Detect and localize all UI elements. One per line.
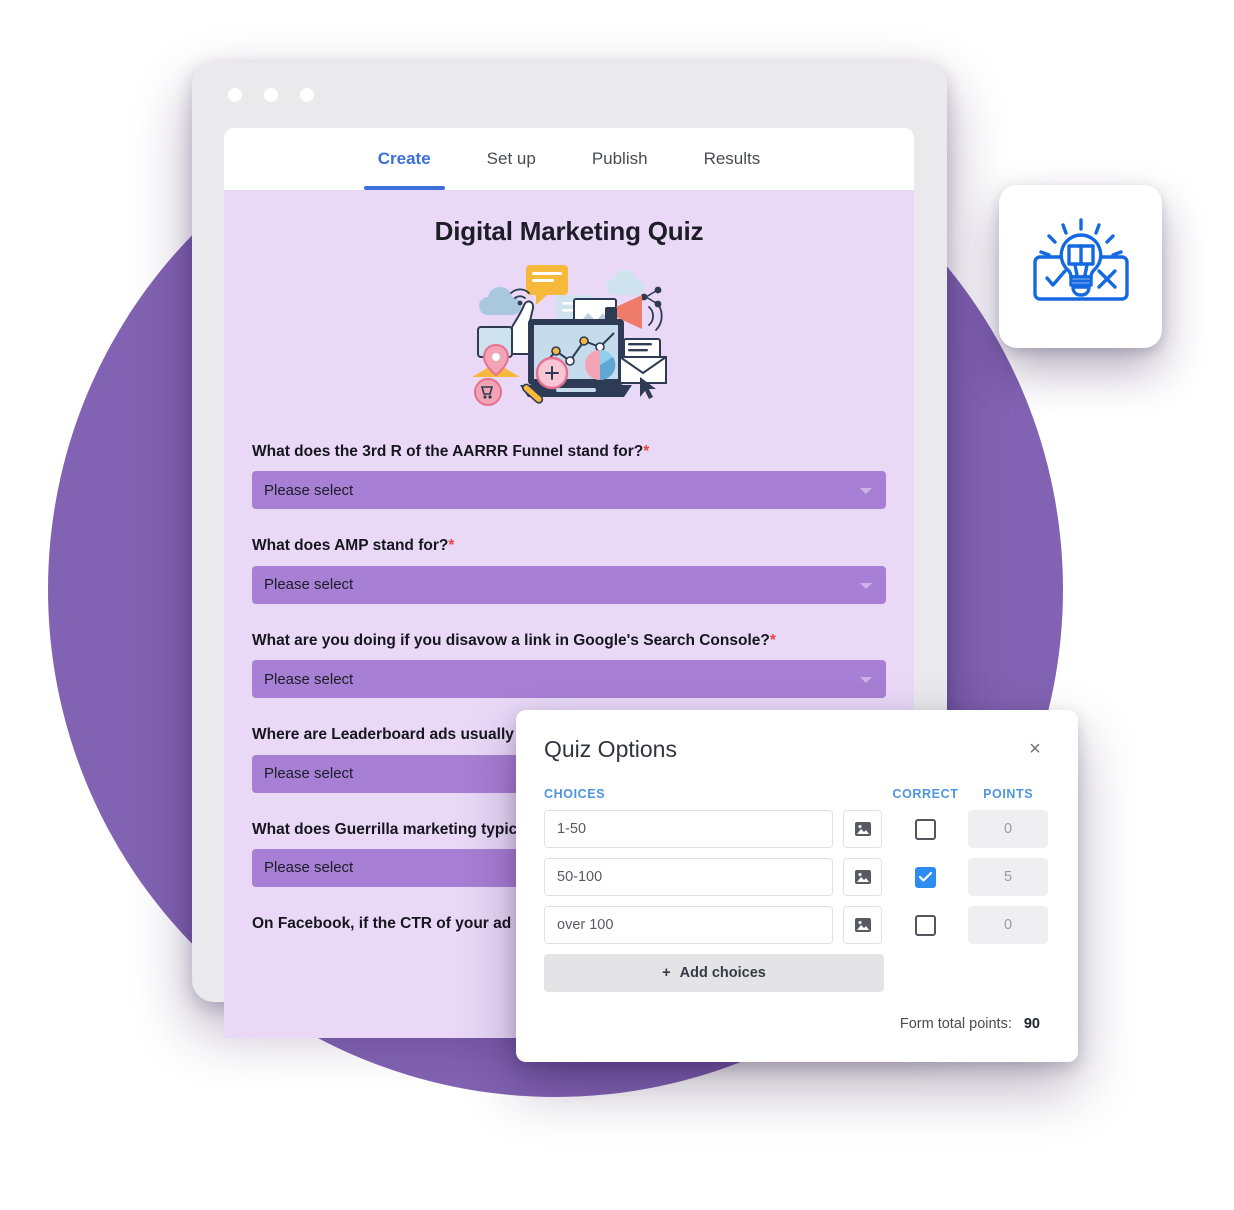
question-label: What are you doing if you disavow a link… xyxy=(252,630,886,651)
tab-publish[interactable]: Publish xyxy=(564,128,676,190)
question-label: What does AMP stand for?* xyxy=(252,535,886,556)
points-input[interactable]: 0 xyxy=(968,810,1048,848)
tab-results-label: Results xyxy=(703,149,761,168)
choice-text-input[interactable]: 50-100 xyxy=(544,858,833,896)
image-icon[interactable] xyxy=(842,810,883,848)
question-select-value: Please select xyxy=(264,765,354,782)
tab-create-label: Create xyxy=(377,149,431,168)
close-icon[interactable]: × xyxy=(1022,736,1048,762)
form-total-points-value: 90 xyxy=(1023,1016,1040,1032)
browser-titlebar xyxy=(192,62,947,124)
required-marker: * xyxy=(448,537,455,555)
screenshot-stage: Create Set up Publish Results Digital Ma… xyxy=(0,0,1234,1210)
correct-cell xyxy=(882,818,968,840)
question-select[interactable]: Please select xyxy=(252,471,886,510)
question-label: What does the 3rd R of the AARRR Funnel … xyxy=(252,441,886,462)
choice-row: over 100 0 xyxy=(544,906,1048,944)
add-choices-button[interactable]: + Add choices xyxy=(544,954,884,992)
correct-checkbox[interactable] xyxy=(914,914,936,936)
points-cell: 5 xyxy=(968,858,1048,896)
form-total-points: Form total points: 90 xyxy=(544,1016,1048,1032)
required-marker: * xyxy=(769,631,776,649)
close-dot[interactable] xyxy=(228,88,242,102)
tab-setup[interactable]: Set up xyxy=(459,128,564,190)
question-block: What does the 3rd R of the AARRR Funnel … xyxy=(252,441,886,510)
question-select-value: Please select xyxy=(264,576,354,594)
modal-header: Quiz Options × xyxy=(544,736,1048,763)
points-cell: 0 xyxy=(968,906,1048,944)
question-block: What does AMP stand for?* Please select xyxy=(252,535,886,604)
question-select[interactable]: Please select xyxy=(252,565,886,604)
add-choices-label: Add choices xyxy=(679,965,766,981)
required-marker: * xyxy=(643,443,650,460)
correct-cell xyxy=(882,866,968,888)
column-header-choices: CHOICES xyxy=(544,787,606,801)
question-text: What does AMP stand for? xyxy=(252,537,449,555)
question-select-value: Please select xyxy=(264,670,354,688)
tab-results[interactable]: Results xyxy=(676,128,789,190)
modal-column-headers: CHOICES CORRECT POINTS xyxy=(544,787,1048,801)
chevron-down-icon xyxy=(860,488,872,495)
correct-cell xyxy=(882,914,968,936)
question-text: What does the 3rd R of the AARRR Funnel … xyxy=(252,443,644,460)
tab-setup-label: Set up xyxy=(486,149,536,168)
question-text: What are you doing if you disavow a link… xyxy=(252,631,770,649)
digital-marketing-illustration xyxy=(252,257,886,407)
chevron-down-icon xyxy=(860,677,872,684)
image-icon[interactable] xyxy=(842,858,883,896)
modal-title: Quiz Options xyxy=(544,736,677,762)
choice-text-input[interactable]: over 100 xyxy=(544,906,833,944)
chevron-down-icon xyxy=(860,582,872,589)
column-header-correct: CORRECT xyxy=(892,787,959,801)
question-select-value: Please select xyxy=(264,859,354,877)
tab-bar: Create Set up Publish Results xyxy=(224,128,914,190)
correct-checkbox[interactable] xyxy=(914,818,936,840)
tab-create[interactable]: Create xyxy=(350,128,459,190)
correct-checkbox[interactable] xyxy=(914,866,936,888)
question-select-value: Please select xyxy=(264,481,354,499)
quiz-options-modal: Quiz Options × CHOICES CORRECT POINTS 1-… xyxy=(516,710,1078,1062)
choice-text-input[interactable]: 1-50 xyxy=(544,810,833,848)
plus-icon: + xyxy=(662,965,671,981)
quiz-title: Digital Marketing Quiz xyxy=(434,216,704,246)
quiz-lightbulb-icon xyxy=(1032,217,1129,301)
question-block: What are you doing if you disavow a link… xyxy=(252,630,886,699)
points-input[interactable]: 0 xyxy=(968,906,1048,944)
maximize-dot[interactable] xyxy=(300,88,314,102)
form-total-points-label: Form total points: xyxy=(899,1016,1012,1032)
column-header-points: POINTS xyxy=(983,787,1034,801)
points-cell: 0 xyxy=(968,810,1048,848)
points-input[interactable]: 5 xyxy=(968,858,1048,896)
choice-row: 50-100 5 xyxy=(544,858,1048,896)
minimize-dot[interactable] xyxy=(264,88,278,102)
image-icon[interactable] xyxy=(842,906,883,944)
quiz-icon-card xyxy=(999,185,1162,348)
question-select[interactable]: Please select xyxy=(252,660,886,699)
tab-publish-label: Publish xyxy=(591,149,648,168)
choice-row: 1-50 0 xyxy=(544,810,1048,848)
